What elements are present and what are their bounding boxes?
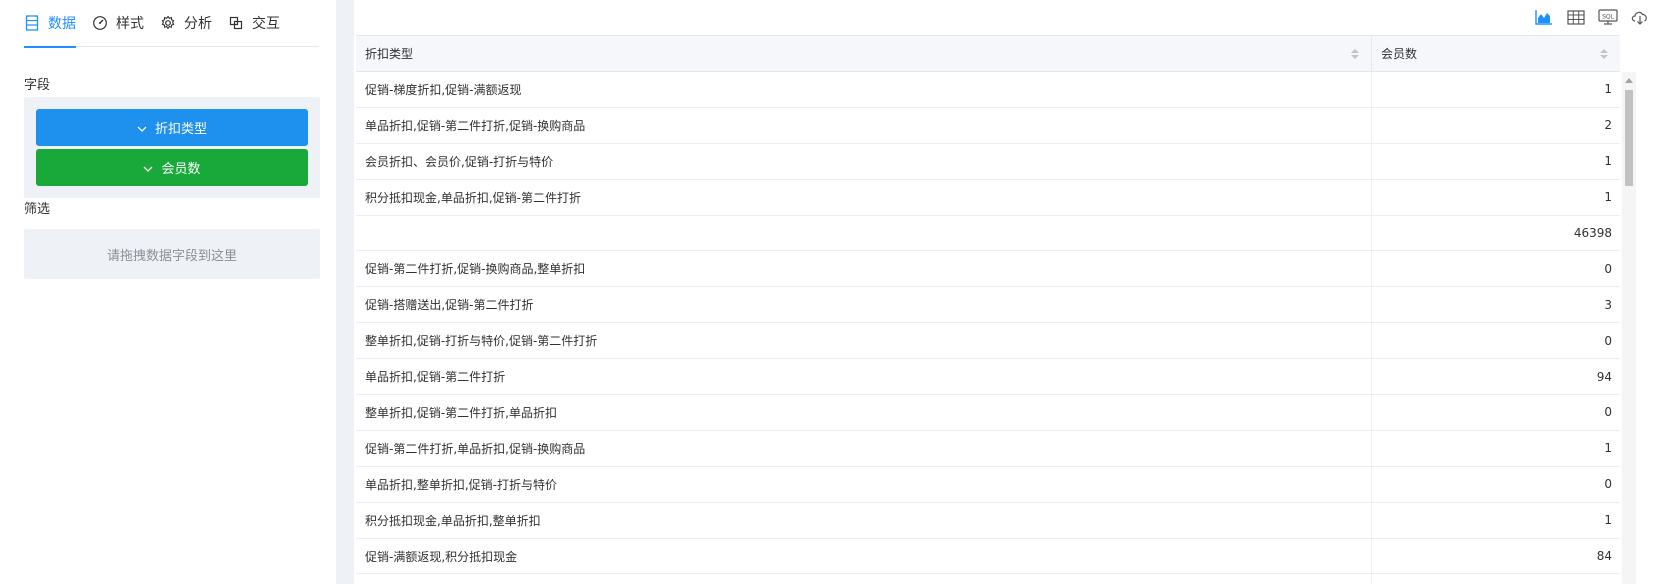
copy-icon bbox=[228, 15, 244, 31]
column-header-label: 会员数 bbox=[1381, 47, 1418, 61]
download-button[interactable] bbox=[1629, 9, 1651, 29]
cell-discount-type: 整单折扣,促销-打折与特价,促销-第二件打折 bbox=[356, 323, 1372, 359]
filter-placeholder: 请拖拽数据字段到这里 bbox=[106, 248, 237, 264]
table-icon bbox=[1567, 9, 1585, 29]
chevron-down-icon bbox=[137, 121, 147, 135]
table-row[interactable]: 积分抵扣现金,单品折扣,促销-第二件打折 1 bbox=[356, 179, 1620, 216]
sql-icon: SQL bbox=[1598, 9, 1618, 29]
cell-discount-type bbox=[356, 574, 1372, 584]
tab-analysis-label: 分析 bbox=[184, 16, 212, 32]
sort-icon[interactable] bbox=[1351, 48, 1359, 59]
table-row[interactable]: 单品折扣,促销-第二件打折,促销-换购商品 2 bbox=[356, 107, 1620, 144]
cell-member-count: 1 bbox=[1604, 190, 1612, 205]
table-scrollbar[interactable] bbox=[1622, 72, 1636, 584]
svg-text:SQL: SQL bbox=[1602, 13, 1615, 20]
column-header-member-count[interactable]: 会员数 bbox=[1372, 36, 1620, 71]
field-member-count-label: 会员数 bbox=[161, 162, 201, 177]
sort-icon[interactable] bbox=[1600, 48, 1608, 59]
sql-view-button[interactable]: SQL bbox=[1597, 9, 1619, 29]
cell-discount-type: 单品折扣,整单折扣,促销-打折与特价 bbox=[356, 466, 1372, 502]
table-row[interactable] bbox=[356, 574, 1620, 584]
cell-discount-type bbox=[356, 215, 1372, 251]
table-row[interactable]: 促销-第二件打折,单品折扣,促销-换购商品 1 bbox=[356, 430, 1620, 467]
cell-member-count: 3 bbox=[1604, 297, 1612, 312]
tab-data[interactable]: 数据 bbox=[24, 0, 76, 48]
table-row[interactable]: 促销-搭赠送出,促销-第二件打折 3 bbox=[356, 287, 1620, 324]
table-row[interactable]: 促销-满额返现,积分抵扣现金 84 bbox=[356, 538, 1620, 575]
cell-discount-type: 促销-第二件打折,单品折扣,促销-换购商品 bbox=[356, 430, 1372, 466]
cell-member-count bbox=[1372, 574, 1620, 584]
cell-discount-type: 积分抵扣现金,单品折扣,促销-第二件打折 bbox=[356, 179, 1372, 215]
config-tabs: 数据 样式 分析 交互 bbox=[24, 0, 319, 48]
data-list-icon bbox=[24, 15, 40, 31]
scroll-up-arrow-icon[interactable] bbox=[1625, 78, 1633, 83]
cell-discount-type: 整单折扣,促销-第二件打折,单品折扣 bbox=[356, 395, 1372, 430]
cell-member-count: 1 bbox=[1604, 513, 1612, 528]
field-discount-type-label: 折扣类型 bbox=[154, 122, 207, 137]
table-row[interactable]: 单品折扣,促销-第二件打折 94 bbox=[356, 359, 1620, 396]
chevron-down-icon bbox=[143, 161, 153, 175]
view-toolbar: SQL bbox=[1533, 9, 1651, 29]
table-body: 促销-梯度折扣,促销-满额返现 1 单品折扣,促销-第二件打折,促销-换购商品 2 会员… bbox=[356, 72, 1620, 584]
cell-discount-type: 促销-满额返现,积分抵扣现金 bbox=[356, 538, 1372, 574]
cell-discount-type: 单品折扣,促销-第二件打折 bbox=[356, 359, 1372, 395]
table-view-button[interactable] bbox=[1565, 9, 1587, 29]
table-row[interactable]: 整单折扣,促销-打折与特价,促销-第二件打折 0 bbox=[356, 323, 1620, 360]
table-row[interactable]: 单品折扣,整单折扣,促销-打折与特价 0 bbox=[356, 466, 1620, 503]
cell-discount-type: 促销-第二件打折,促销-换购商品,整单折扣 bbox=[356, 251, 1372, 287]
data-table: 折扣类型 会员数 促销-梯度折扣,促销-满额返现 1 单品折扣,促销-第二件打折,促… bbox=[356, 35, 1620, 584]
cell-member-count: 46398 bbox=[1573, 226, 1612, 240]
cell-discount-type: 单品折扣,促销-第二件打折,促销-换购商品 bbox=[356, 107, 1372, 143]
table-row[interactable]: 46398 bbox=[356, 215, 1620, 252]
area-chart-button[interactable] bbox=[1533, 9, 1555, 29]
tab-data-label: 数据 bbox=[48, 16, 76, 32]
gear-icon bbox=[160, 15, 176, 31]
tab-interaction-label: 交互 bbox=[252, 16, 280, 32]
column-header-discount-type[interactable]: 折扣类型 bbox=[356, 36, 1372, 71]
cloud-download-icon bbox=[1630, 9, 1650, 29]
scroll-thumb[interactable] bbox=[1625, 90, 1633, 186]
cell-member-count: 0 bbox=[1604, 405, 1612, 420]
table-row[interactable]: 促销-第二件打折,促销-换购商品,整单折扣 0 bbox=[356, 251, 1620, 288]
cell-member-count: 2 bbox=[1604, 118, 1612, 133]
cell-discount-type: 促销-搭赠送出,促销-第二件打折 bbox=[356, 287, 1372, 323]
table-row[interactable]: 整单折扣,促销-第二件打折,单品折扣 0 bbox=[356, 395, 1620, 431]
cell-member-count: 0 bbox=[1604, 261, 1612, 276]
filter-dropzone[interactable]: 请拖拽数据字段到这里 bbox=[24, 229, 320, 279]
config-panel: 数据 样式 分析 交互 字段 折扣类型 会员数 筛选 请拖拽数据字段到这里 bbox=[0, 0, 336, 584]
cell-member-count: 0 bbox=[1604, 477, 1612, 492]
cell-discount-type: 会员折扣、会员价,促销-打折与特价 bbox=[356, 143, 1372, 179]
fields-dropzone[interactable]: 折扣类型 会员数 bbox=[24, 97, 320, 198]
table-row[interactable]: 会员折扣、会员价,促销-打折与特价 1 bbox=[356, 143, 1620, 180]
column-header-label: 折扣类型 bbox=[365, 47, 414, 61]
fields-label: 字段 bbox=[24, 78, 51, 93]
cell-member-count: 84 bbox=[1596, 549, 1612, 564]
table-header: 折扣类型 会员数 bbox=[356, 35, 1620, 72]
cell-member-count: 1 bbox=[1604, 82, 1612, 97]
cell-member-count: 94 bbox=[1596, 369, 1612, 384]
cell-member-count: 1 bbox=[1604, 441, 1612, 456]
area-chart-icon bbox=[1535, 9, 1553, 29]
cell-member-count: 1 bbox=[1604, 154, 1612, 169]
table-row[interactable]: 积分抵扣现金,单品折扣,整单折扣 1 bbox=[356, 502, 1620, 539]
tab-style-label: 样式 bbox=[116, 16, 144, 32]
filter-label: 筛选 bbox=[24, 202, 51, 217]
gauge-icon bbox=[92, 15, 108, 31]
cell-member-count: 0 bbox=[1604, 333, 1612, 348]
field-discount-type-button[interactable]: 折扣类型 bbox=[36, 109, 308, 146]
tab-style[interactable]: 样式 bbox=[92, 0, 144, 47]
tab-interaction[interactable]: 交互 bbox=[228, 0, 280, 47]
field-member-count-button[interactable]: 会员数 bbox=[36, 149, 308, 186]
preview-panel: SQL 折扣类型 会员数 促销-梯度折扣,促销-满额返现 1 单品折扣,促销-第二件… bbox=[354, 0, 1657, 584]
cell-discount-type: 积分抵扣现金,单品折扣,整单折扣 bbox=[356, 502, 1372, 538]
tab-analysis[interactable]: 分析 bbox=[160, 0, 212, 47]
table-row[interactable]: 促销-梯度折扣,促销-满额返现 1 bbox=[356, 72, 1620, 108]
cell-discount-type: 促销-梯度折扣,促销-满额返现 bbox=[356, 72, 1372, 107]
